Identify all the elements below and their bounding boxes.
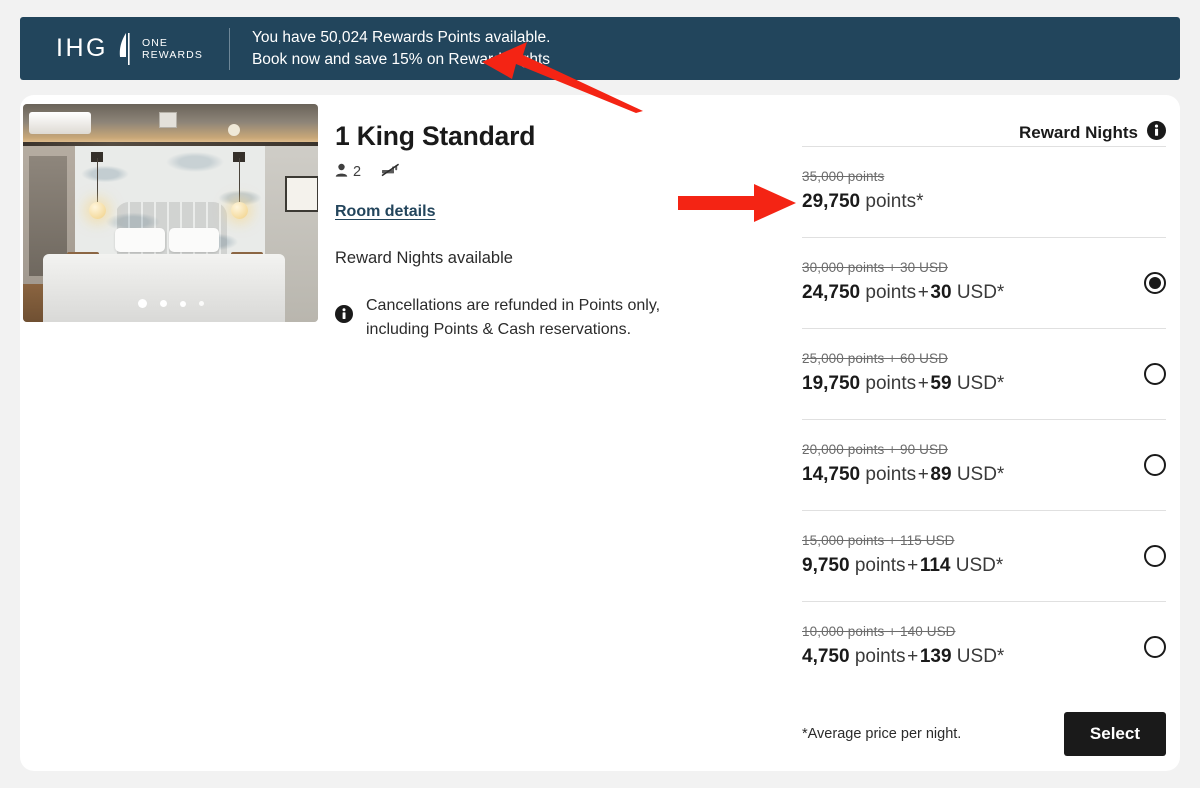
cash-unit: USD* bbox=[956, 646, 1005, 667]
current-price: 4,750 points + 139 USD* bbox=[802, 646, 1005, 667]
one-rewards-line2: Rewards bbox=[141, 48, 203, 61]
cash-amount: 30 bbox=[930, 282, 952, 303]
price-option-row[interactable]: 10,000 points + 140 USD 4,750 points + 1… bbox=[802, 601, 1166, 692]
cash-unit: USD* bbox=[956, 373, 1005, 394]
original-price: 10,000 points + 140 USD bbox=[802, 624, 956, 639]
cash-unit: USD* bbox=[955, 555, 1004, 576]
cash-amount: 59 bbox=[930, 373, 952, 394]
room-offer-card: 1 King Standard 2 Room details Reward Ni… bbox=[20, 95, 1180, 771]
price-option-row[interactable]: 20,000 points + 90 USD 14,750 points + 8… bbox=[802, 419, 1166, 510]
points-amount: 9,750 bbox=[802, 555, 850, 576]
room-attributes: 2 bbox=[335, 163, 775, 181]
select-button[interactable]: Select bbox=[1063, 712, 1166, 756]
room-info-column: 1 King Standard 2 Room details Reward Ni… bbox=[335, 120, 775, 342]
price-option-row[interactable]: 35,000 points 29,750 points* bbox=[802, 146, 1166, 237]
carousel-dot[interactable] bbox=[198, 301, 204, 306]
price-option-row[interactable]: 30,000 points + 30 USD 24,750 points + 3… bbox=[802, 237, 1166, 328]
carousel-dot[interactable] bbox=[179, 300, 186, 307]
occupancy: 2 bbox=[335, 163, 361, 181]
info-icon[interactable] bbox=[1147, 121, 1166, 145]
banner-message-line1: You have 50,024 Rewards Points available… bbox=[251, 28, 551, 46]
points-amount: 14,750 bbox=[802, 464, 861, 485]
original-price: 35,000 points bbox=[802, 169, 885, 184]
cash-unit: USD* bbox=[956, 282, 1005, 303]
current-price: 19,750 points + 59 USD* bbox=[802, 373, 1005, 394]
one-rewards-mark-icon bbox=[112, 32, 134, 66]
points-amount: 4,750 bbox=[802, 646, 850, 667]
banner-message: You have 50,024 Rewards Points available… bbox=[252, 27, 550, 71]
ihg-one-rewards-logo[interactable]: IHG One Rewards bbox=[56, 32, 203, 66]
cash-amount: 139 bbox=[919, 646, 952, 667]
banner-divider bbox=[228, 27, 230, 70]
points-unit: points bbox=[865, 373, 917, 394]
current-price: 24,750 points + 30 USD* bbox=[802, 282, 1005, 303]
price-option-radio[interactable] bbox=[1144, 636, 1166, 658]
ihg-wordmark: IHG bbox=[56, 34, 108, 62]
cancellation-policy-note: Cancellations are refunded in Points onl… bbox=[335, 294, 775, 342]
points-unit: points bbox=[865, 282, 917, 303]
rewards-promo-banner: IHG One Rewards You have 50,024 Rewards … bbox=[20, 17, 1180, 80]
occupancy-count: 2 bbox=[353, 164, 362, 180]
current-price: 14,750 points + 89 USD* bbox=[802, 464, 1005, 485]
person-icon bbox=[335, 163, 348, 181]
points-amount: 19,750 bbox=[802, 373, 861, 394]
cash-amount: 114 bbox=[919, 555, 951, 576]
price-option-row[interactable]: 15,000 points + 115 USD 9,750 points + 1… bbox=[802, 510, 1166, 601]
room-photo-carousel[interactable] bbox=[23, 104, 318, 322]
price-option-row[interactable]: 25,000 points + 60 USD 19,750 points + 5… bbox=[802, 328, 1166, 419]
room-photo bbox=[23, 104, 318, 322]
original-price: 25,000 points + 60 USD bbox=[802, 351, 948, 366]
room-details-link[interactable]: Room details bbox=[335, 203, 435, 221]
points-unit: points* bbox=[865, 191, 924, 212]
carousel-dots[interactable] bbox=[23, 299, 318, 308]
cancellation-policy-text: Cancellations are refunded in Points onl… bbox=[366, 297, 661, 338]
no-smoking-icon bbox=[381, 163, 400, 181]
average-price-note: *Average price per night. bbox=[802, 726, 962, 742]
current-price: 29,750 points* bbox=[802, 189, 1166, 215]
one-rewards-line1: One bbox=[141, 36, 169, 49]
price-option-radio[interactable] bbox=[1144, 363, 1166, 385]
points-amount: 29,750 bbox=[802, 191, 861, 212]
current-price: 9,750 points + 114 USD* bbox=[802, 555, 1004, 576]
banner-message-line2: Book now and save 15% on Reward Nights bbox=[251, 50, 551, 68]
pricing-header-label: Reward Nights bbox=[1018, 123, 1138, 142]
price-option-radio[interactable] bbox=[1144, 454, 1166, 476]
price-option-radio-selected[interactable] bbox=[1144, 272, 1166, 294]
cash-amount: 89 bbox=[930, 464, 952, 485]
one-rewards-text: One Rewards bbox=[136, 37, 203, 61]
original-price: 20,000 points + 90 USD bbox=[802, 442, 948, 457]
smoking-policy bbox=[381, 163, 400, 181]
room-title: 1 King Standard bbox=[335, 121, 536, 151]
points-unit: points bbox=[854, 646, 906, 667]
points-amount: 24,750 bbox=[802, 282, 861, 303]
pricing-footer: *Average price per night. Select bbox=[802, 712, 1166, 756]
reward-nights-availability: Reward Nights available bbox=[335, 249, 513, 267]
original-price: 15,000 points + 115 USD bbox=[802, 533, 955, 548]
price-option-radio[interactable] bbox=[1144, 545, 1166, 567]
carousel-dot-active[interactable] bbox=[137, 299, 147, 308]
carousel-dot[interactable] bbox=[159, 300, 167, 307]
points-unit: points bbox=[854, 555, 906, 576]
cash-unit: USD* bbox=[956, 464, 1005, 485]
points-unit: points bbox=[865, 464, 917, 485]
pricing-column: Reward Nights 35,000 points 29,750 point… bbox=[802, 120, 1166, 756]
pricing-header: Reward Nights bbox=[802, 120, 1166, 146]
info-icon bbox=[335, 305, 353, 328]
original-price: 30,000 points + 30 USD bbox=[802, 260, 948, 275]
